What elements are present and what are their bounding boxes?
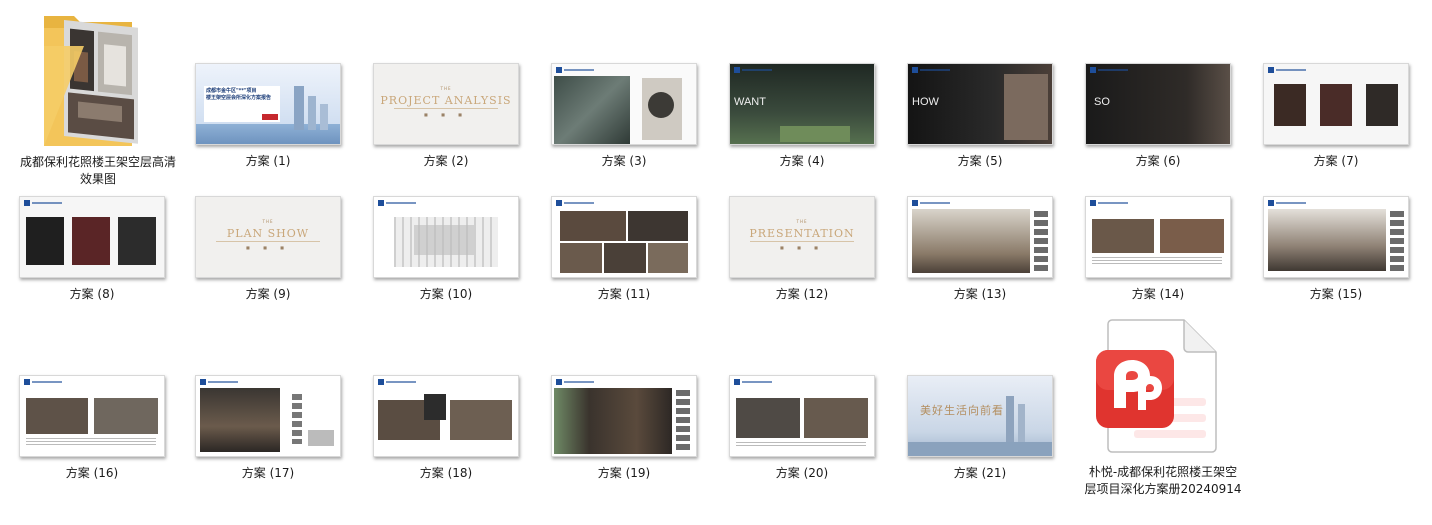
thumbnail <box>1263 196 1409 278</box>
thumbnail <box>19 375 165 457</box>
thumbnail <box>1085 196 1231 278</box>
file-item[interactable]: 方案 (11) <box>544 188 704 318</box>
file-item[interactable]: 方案 (3) <box>544 55 704 185</box>
file-label: 方案 (4) <box>779 154 825 168</box>
pdf-file-item[interactable]: 朴悦-成都保利花照楼王架空层项目深化方案册20240914 <box>1078 318 1248 508</box>
file-item[interactable]: THE PLAN SHOW ■ ■ ■ 方案 (9) <box>188 188 348 318</box>
thumb-text: THE <box>796 219 808 224</box>
file-label: 方案 (11) <box>597 287 651 301</box>
file-item[interactable]: SO 方案 (6) <box>1078 55 1238 185</box>
file-item[interactable]: 方案 (15) <box>1256 188 1416 318</box>
file-label: 方案 (14) <box>1131 287 1185 301</box>
thumb-text: THE <box>440 86 452 91</box>
file-label: 方案 (2) <box>423 154 469 168</box>
thumbnail <box>729 375 875 457</box>
file-item[interactable]: THE PRESENTATION ■ ■ ■ 方案 (12) <box>722 188 882 318</box>
cover-title: 美好生活向前看 <box>920 404 1004 417</box>
cover-title: 成都市金牛区"**"项目 楼王架空层会所深化方案报告 <box>206 88 272 101</box>
file-item[interactable]: 方案 (17) <box>188 367 348 497</box>
folder-label: 成都保利花照楼王架空层高清效果图 <box>19 155 176 186</box>
thumb-text: SO <box>1094 96 1110 108</box>
file-label: 方案 (5) <box>957 154 1003 168</box>
thumbnail <box>551 375 697 457</box>
thumbnail <box>1263 63 1409 145</box>
file-item[interactable]: 方案 (19) <box>544 367 704 497</box>
file-label: 方案 (12) <box>775 287 829 301</box>
thumbnail: THE PLAN SHOW ■ ■ ■ <box>195 196 341 278</box>
thumb-text: WANT <box>734 96 766 108</box>
thumbnail: SO <box>1085 63 1231 145</box>
folder-icon <box>44 16 138 146</box>
thumbnail: HOW <box>907 63 1053 145</box>
file-item[interactable]: 方案 (8) <box>12 188 172 318</box>
thumbnail <box>195 375 341 457</box>
thumbnail: 美好生活向前看 <box>907 375 1053 457</box>
file-label: 方案 (1) <box>245 154 291 168</box>
thumbnail <box>373 196 519 278</box>
file-item[interactable]: WANT 方案 (4) <box>722 55 882 185</box>
file-label: 方案 (15) <box>1309 287 1363 301</box>
file-item[interactable]: 方案 (13) <box>900 188 1060 318</box>
thumb-text: PRESENTATION <box>749 227 855 240</box>
file-label: 方案 (10) <box>419 287 473 301</box>
pdf-file-label: 朴悦-成都保利花照楼王架空层项目深化方案册20240914 <box>1084 465 1242 496</box>
file-label: 方案 (21) <box>953 466 1007 480</box>
thumbnail <box>19 196 165 278</box>
file-label: 方案 (7) <box>1313 154 1359 168</box>
thumbnail: THE PRESENTATION ■ ■ ■ <box>729 196 875 278</box>
file-item[interactable]: 方案 (14) <box>1078 188 1238 318</box>
file-label: 方案 (8) <box>69 287 115 301</box>
file-label: 方案 (9) <box>245 287 291 301</box>
thumb-text: HOW <box>912 96 939 108</box>
file-label: 方案 (13) <box>953 287 1007 301</box>
file-label: 方案 (20) <box>775 466 829 480</box>
thumbnail: WANT <box>729 63 875 145</box>
file-item[interactable]: 方案 (10) <box>366 188 526 318</box>
file-item[interactable]: 美好生活向前看 方案 (21) <box>900 367 1060 497</box>
file-label: 方案 (16) <box>65 466 119 480</box>
file-item[interactable]: 方案 (7) <box>1256 55 1416 185</box>
file-item[interactable]: 方案 (16) <box>12 367 172 497</box>
file-item[interactable]: HOW 方案 (5) <box>900 55 1060 185</box>
file-item[interactable]: 方案 (18) <box>366 367 526 497</box>
thumbnail <box>551 63 697 145</box>
thumb-text: PLAN SHOW <box>226 227 310 240</box>
file-item[interactable]: 方案 (20) <box>722 367 882 497</box>
thumbnail <box>551 196 697 278</box>
folder-item[interactable]: 成都保利花照楼王架空层高清效果图 <box>12 6 176 196</box>
wps-pdf-icon <box>1096 319 1217 453</box>
file-item[interactable]: THE PROJECT ANALYSIS ■ ■ ■ 方案 (2) <box>366 55 526 185</box>
thumbnail <box>373 375 519 457</box>
file-label: 方案 (19) <box>597 466 651 480</box>
thumb-text: THE <box>262 219 274 224</box>
thumb-text: PROJECT ANALYSIS <box>380 94 512 107</box>
thumbnail <box>907 196 1053 278</box>
file-label: 方案 (17) <box>241 466 295 480</box>
thumbnail: 成都市金牛区"**"项目 楼王架空层会所深化方案报告 <box>195 63 341 145</box>
file-label: 方案 (18) <box>419 466 473 480</box>
thumbnail: THE PROJECT ANALYSIS ■ ■ ■ <box>373 63 519 145</box>
file-item[interactable]: 成都市金牛区"**"项目 楼王架空层会所深化方案报告 方案 (1) <box>188 55 348 185</box>
file-label: 方案 (6) <box>1135 154 1181 168</box>
file-label: 方案 (3) <box>601 154 647 168</box>
